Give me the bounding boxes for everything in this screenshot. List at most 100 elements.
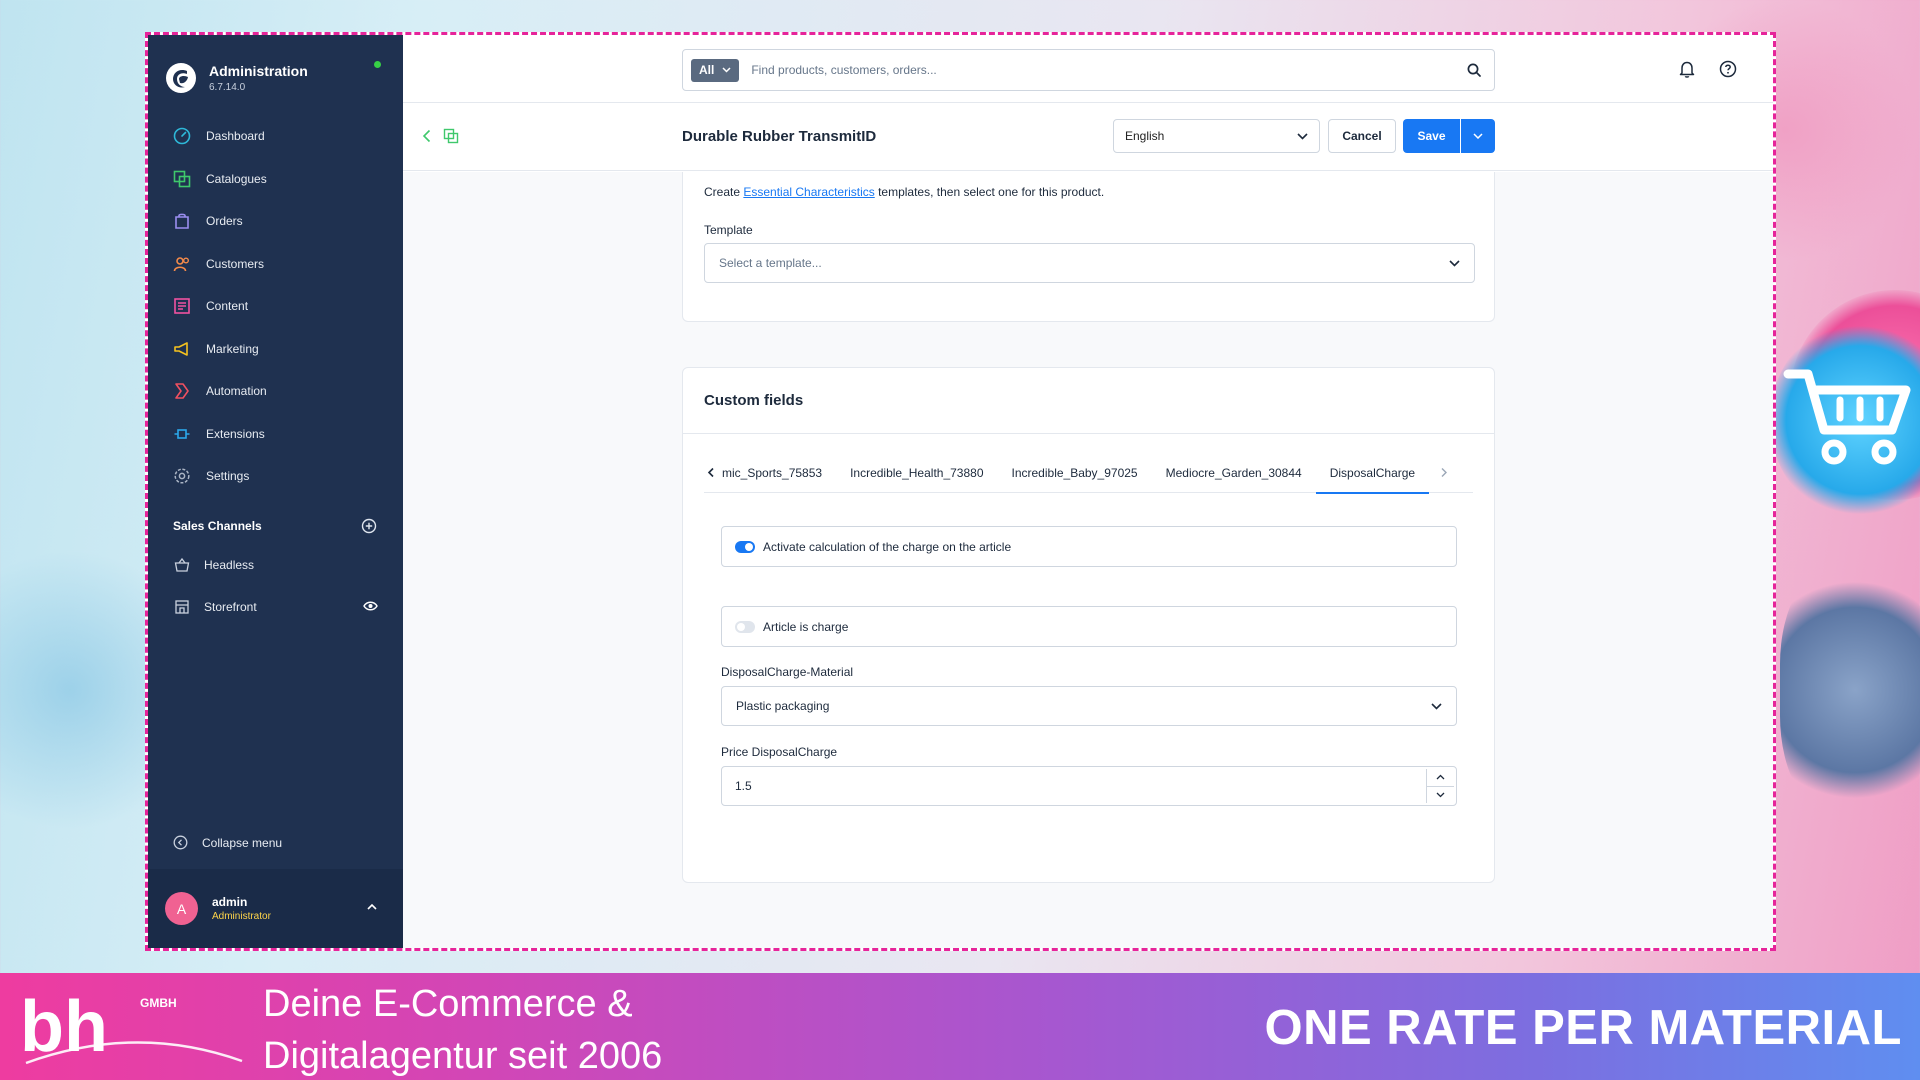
sidebar-item-catalogues[interactable]: Catalogues: [148, 158, 403, 201]
bell-icon[interactable]: [1677, 59, 1697, 79]
page-title: Durable Rubber TransmitID: [682, 128, 877, 145]
sidebar-item-content[interactable]: Content: [148, 285, 403, 328]
decrement-button[interactable]: [1427, 787, 1454, 804]
template-label: Template: [704, 223, 753, 237]
catalogues-icon: [172, 169, 192, 189]
sidebar-item-automation[interactable]: Automation: [148, 370, 403, 413]
sidebar-item-label: Dashboard: [206, 129, 265, 144]
chevron-down-icon: [1436, 792, 1445, 798]
chevron-right-icon[interactable]: [1437, 467, 1451, 478]
price-label: Price DisposalCharge: [721, 745, 838, 759]
sidebar-item-label: Marketing: [206, 341, 259, 356]
banner-tagline: Deine E-Commerce & Digitalagentur seit 2…: [263, 978, 662, 1080]
tab-incredible-health[interactable]: Incredible_Health_73880: [836, 453, 997, 493]
toggle-switch-off[interactable]: [735, 620, 755, 633]
background-orb: [1780, 560, 1920, 820]
card-title: Custom fields: [704, 392, 804, 409]
sidebar-item-marketing[interactable]: Marketing: [148, 328, 403, 371]
sidebar-item-orders[interactable]: Orders: [148, 200, 403, 243]
chevron-left-icon[interactable]: [420, 128, 434, 144]
save-options-button[interactable]: [1461, 119, 1495, 153]
avatar: A: [165, 892, 198, 925]
content-icon: [172, 296, 192, 316]
sidebar-item-customers[interactable]: Customers: [148, 243, 403, 286]
save-button[interactable]: Save: [1403, 119, 1460, 153]
sales-channels-title: Sales Channels: [173, 518, 262, 533]
article-is-charge-toggle[interactable]: Article is charge: [721, 606, 1457, 647]
price-input[interactable]: 1.5: [721, 766, 1457, 806]
add-circle-icon[interactable]: [361, 518, 377, 534]
logo-text: bh: [20, 987, 108, 1067]
header-nav: [420, 128, 459, 144]
sidebar-item-settings[interactable]: Settings: [148, 455, 403, 498]
search-scope-label: All: [699, 63, 715, 77]
dashboard-icon: [172, 126, 192, 146]
hint-suffix: templates, then select one for this prod…: [874, 185, 1105, 199]
chevron-up-icon[interactable]: [366, 903, 378, 911]
content-area: Create Essential Characteristics templat…: [403, 172, 1773, 948]
search-input[interactable]: [751, 63, 1454, 77]
brand-title: Administration: [209, 63, 308, 79]
sidebar-item-storefront[interactable]: Storefront: [148, 586, 403, 628]
collapse-menu-button[interactable]: Collapse menu: [173, 835, 282, 850]
essential-characteristics-card: Create Essential Characteristics templat…: [682, 172, 1495, 322]
duplicate-icon[interactable]: [443, 128, 459, 144]
bh-gmbh-logo: bh GMBH: [20, 987, 243, 1067]
basket-icon: [173, 556, 191, 574]
extensions-icon: [172, 424, 192, 444]
sidebar-item-label: Content: [206, 299, 249, 314]
tab-incredible-baby[interactable]: Incredible_Baby_97025: [998, 453, 1152, 493]
channel-label: Storefront: [204, 599, 257, 614]
material-select[interactable]: Plastic packaging: [721, 686, 1457, 726]
sidebar: Administration 6.7.14.0 Dashboard Catalo: [148, 35, 403, 948]
sales-channels-header: Sales Channels: [148, 516, 403, 536]
sidebar-item-extensions[interactable]: Extensions: [148, 413, 403, 456]
essential-hint: Create Essential Characteristics templat…: [704, 185, 1104, 199]
automation-icon: [172, 381, 192, 401]
custom-field-tabs: mic_Sports_75853 Incredible_Health_73880…: [704, 453, 1473, 494]
search-icon[interactable]: [1454, 63, 1494, 77]
essential-characteristics-link[interactable]: Essential Characteristics: [743, 185, 874, 199]
brand[interactable]: Administration 6.7.14.0: [148, 35, 403, 102]
chevron-left-icon[interactable]: [704, 467, 718, 478]
toggle-switch-on[interactable]: [735, 540, 755, 553]
sidebar-item-label: Orders: [206, 214, 243, 229]
chevron-down-icon: [1473, 133, 1483, 139]
eye-icon[interactable]: [363, 600, 378, 612]
tab-mic-sports[interactable]: mic_Sports_75853: [718, 453, 836, 493]
user-menu[interactable]: A admin Administrator: [148, 869, 403, 948]
increment-button[interactable]: [1427, 769, 1454, 787]
language-select[interactable]: English: [1113, 119, 1320, 153]
collapse-icon: [173, 835, 188, 850]
collapse-label: Collapse menu: [202, 835, 283, 850]
chevron-down-icon: [1297, 132, 1308, 140]
activate-charge-toggle[interactable]: Activate calculation of the charge on th…: [721, 526, 1457, 567]
logo-sub: GMBH: [140, 996, 177, 1010]
divider: [683, 433, 1494, 434]
chevron-up-icon: [1436, 774, 1445, 780]
top-bar: All: [403, 35, 1773, 103]
sidebar-item-headless[interactable]: Headless: [148, 544, 403, 586]
help-icon[interactable]: [1718, 59, 1738, 79]
template-select[interactable]: Select a template...: [704, 243, 1475, 283]
shopping-cart-icon: [1783, 369, 1911, 465]
sidebar-item-label: Customers: [206, 256, 265, 271]
template-placeholder: Select a template...: [719, 256, 822, 270]
chevron-down-icon: [1431, 702, 1442, 710]
sidebar-item-dashboard[interactable]: Dashboard: [148, 115, 403, 158]
storefront-icon: [173, 598, 191, 616]
admin-app: Administration 6.7.14.0 Dashboard Catalo: [148, 35, 1773, 948]
hint-prefix: Create: [704, 185, 744, 199]
price-stepper: [1426, 769, 1454, 803]
screenshot-frame: Administration 6.7.14.0 Dashboard Catalo: [145, 32, 1776, 951]
user-name: admin: [212, 895, 248, 909]
cancel-button[interactable]: Cancel: [1328, 119, 1396, 153]
main-nav: Dashboard Catalogues Orders Customers Co…: [148, 115, 403, 498]
promo-banner: bh GMBH Deine E-Commerce & Digitalagentu…: [0, 973, 1920, 1080]
tagline-line2: Digitalagentur seit 2006: [263, 1035, 663, 1077]
sidebar-item-label: Catalogues: [206, 171, 267, 186]
tab-disposal-charge[interactable]: DisposalCharge: [1315, 453, 1430, 494]
tab-mediocre-garden[interactable]: Mediocre_Garden_30844: [1152, 453, 1316, 493]
orders-icon: [172, 211, 192, 231]
search-scope-dropdown[interactable]: All: [691, 58, 740, 82]
